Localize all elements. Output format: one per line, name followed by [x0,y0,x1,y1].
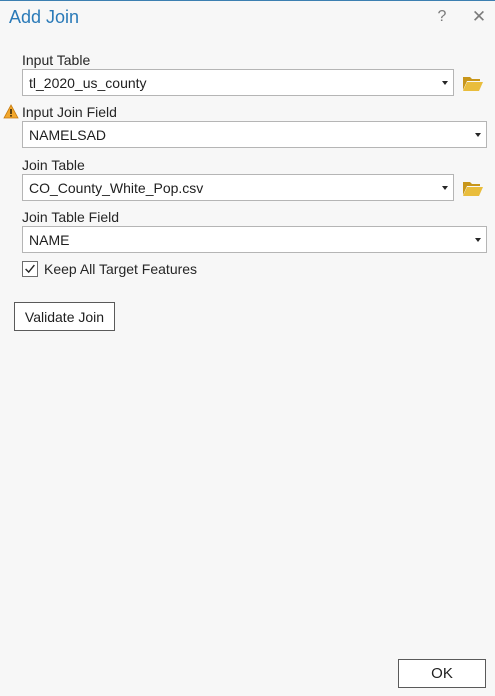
title-bar: Add Join ? ✕ [0,0,495,36]
input-join-field-value: NAMELSAD [29,127,107,143]
join-table-label: Join Table [22,157,85,173]
input-join-field-label: Input Join Field [22,104,117,120]
checkmark-icon [25,264,35,274]
help-button[interactable]: ? [434,8,450,26]
validate-join-button[interactable]: Validate Join [14,302,115,331]
input-table-dropdown[interactable]: tl_2020_us_county [22,69,454,96]
warning-icon [3,104,19,119]
join-table-field-dropdown[interactable]: NAME [22,226,487,253]
chevron-down-icon [475,238,481,242]
folder-open-icon[interactable] [462,179,484,197]
join-table-field-label: Join Table Field [22,209,120,225]
dialog-title: Add Join [9,7,80,27]
keep-all-target-features-label: Keep All Target Features [44,261,198,277]
chevron-down-icon [442,81,448,85]
ok-button[interactable]: OK [398,659,486,688]
join-table-dropdown[interactable]: CO_County_White_Pop.csv [22,174,454,201]
join-table-value: CO_County_White_Pop.csv [29,180,204,196]
folder-open-icon[interactable] [462,74,484,92]
input-join-field-dropdown[interactable]: NAMELSAD [22,121,487,148]
join-table-field-value: NAME [29,232,70,248]
input-table-label: Input Table [22,52,91,68]
chevron-down-icon [475,133,481,137]
input-table-value: tl_2020_us_county [29,75,147,91]
close-button[interactable]: ✕ [470,7,488,27]
keep-all-target-features-checkbox[interactable] [22,261,38,277]
chevron-down-icon [442,186,448,190]
